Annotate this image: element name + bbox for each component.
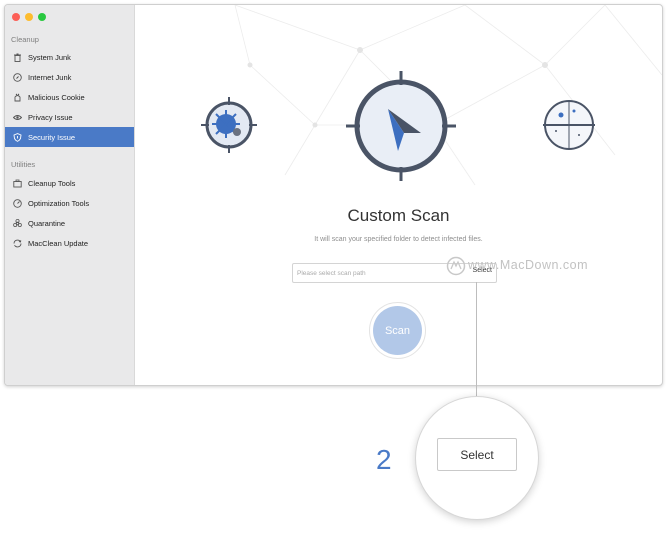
sidebar-item-label: Security Issue: [28, 132, 76, 142]
sidebar-item-quarantine[interactable]: Quarantine: [5, 213, 134, 233]
sidebar-item-label: Malicious Cookie: [28, 92, 85, 102]
minimize-window-button[interactable]: [25, 13, 33, 21]
callout-select-button[interactable]: Select: [437, 438, 517, 471]
sidebar-item-internet-junk[interactable]: Internet Junk: [5, 67, 134, 87]
trash-icon: [12, 52, 22, 62]
sidebar: Cleanup System Junk Internet Junk Malici…: [5, 5, 135, 385]
sidebar-item-security-issue[interactable]: Security Issue: [5, 127, 134, 147]
callout-line: [476, 282, 477, 398]
sidebar-section-utilities: Utilities: [11, 160, 36, 169]
page-title: Custom Scan: [347, 206, 450, 225]
scan-button[interactable]: Scan: [373, 306, 422, 355]
briefcase-icon: [12, 178, 22, 188]
sidebar-item-label: MacClean Update: [28, 238, 89, 248]
sidebar-item-label: Cleanup Tools: [28, 178, 76, 188]
sidebar-section-cleanup: Cleanup: [11, 35, 39, 44]
sidebar-item-label: Internet Junk: [28, 72, 72, 82]
sidebar-item-label: System Junk: [28, 52, 71, 62]
sidebar-item-label: Optimization Tools: [28, 198, 90, 208]
scope-scan-icon: [543, 100, 595, 150]
compass-scan-icon: [346, 71, 456, 181]
gauge-icon: [12, 198, 22, 208]
virus-scope-icon: [201, 97, 257, 153]
page-subtitle: It will scan your specified folder to de…: [314, 236, 483, 243]
scan-path-field: Select: [292, 263, 497, 283]
scan-path-input[interactable]: [297, 266, 447, 280]
shield-icon: [12, 132, 22, 142]
callout-magnifier: Select: [415, 396, 539, 520]
update-icon: [12, 238, 22, 248]
step-number: 2: [376, 444, 392, 475]
sidebar-item-optimization-tools[interactable]: Optimization Tools: [5, 193, 134, 213]
sidebar-item-macclean-update[interactable]: MacClean Update: [5, 233, 134, 253]
close-window-button[interactable]: [12, 13, 20, 21]
window-controls: [12, 13, 46, 21]
sidebar-item-cleanup-tools[interactable]: Cleanup Tools: [5, 173, 134, 193]
main-panel: Custom Scan It will scan your specified …: [135, 5, 662, 385]
sidebar-item-malicious-cookie[interactable]: Malicious Cookie: [5, 87, 134, 107]
eye-icon: [12, 112, 22, 122]
biohazard-icon: [12, 218, 22, 228]
scan-button-ring: Scan: [369, 302, 426, 359]
watermark-text: www.MacDown.com: [468, 258, 589, 272]
watermark-logo-icon: [446, 256, 466, 276]
sidebar-item-system-junk[interactable]: System Junk: [5, 47, 134, 67]
sidebar-item-label: Quarantine: [28, 218, 66, 228]
compass-icon: [12, 72, 22, 82]
zoom-window-button[interactable]: [38, 13, 46, 21]
sidebar-item-label: Privacy Issue: [28, 112, 73, 122]
sidebar-item-privacy-issue[interactable]: Privacy Issue: [5, 107, 134, 127]
app-window: Cleanup System Junk Internet Junk Malici…: [4, 4, 663, 386]
cookie-icon: [12, 92, 22, 102]
